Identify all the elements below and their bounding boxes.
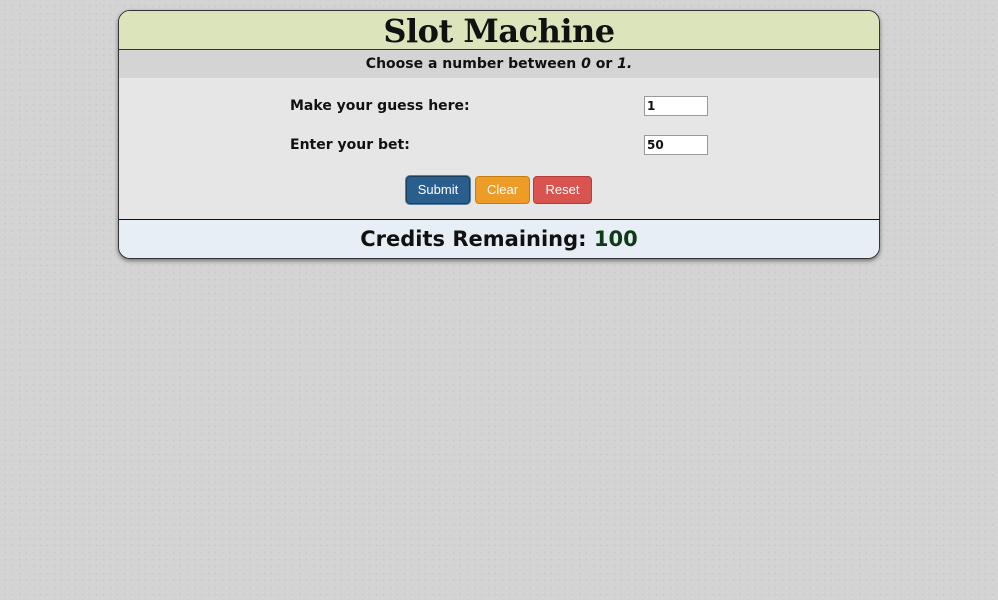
- bet-label: Enter your bet:: [290, 137, 410, 153]
- clear-button[interactable]: Clear: [475, 176, 530, 204]
- submit-button[interactable]: Submit: [406, 176, 470, 204]
- range-high: 1.: [617, 56, 633, 72]
- range-low: 0: [581, 56, 591, 72]
- credits-bar: Credits Remaining: 100: [119, 220, 879, 258]
- page-title: Slot Machine: [383, 12, 615, 50]
- instructions-prefix: Choose a number between: [365, 56, 582, 72]
- credits-label: Credits Remaining:: [360, 227, 594, 251]
- credits-value: 100: [593, 227, 638, 251]
- instructions-bar: Choose a number between 0 or 1.: [119, 50, 879, 78]
- instructions-connector: or: [590, 56, 618, 72]
- guess-input[interactable]: [644, 96, 708, 116]
- guess-label: Make your guess here:: [290, 98, 470, 114]
- slot-machine-panel: Slot Machine Choose a number between 0 o…: [118, 10, 880, 259]
- guess-form: Make your guess here: Enter your bet: Su…: [119, 78, 879, 220]
- title-bar: Slot Machine: [119, 11, 879, 50]
- reset-button[interactable]: Reset: [533, 176, 592, 204]
- bet-input[interactable]: [644, 135, 708, 155]
